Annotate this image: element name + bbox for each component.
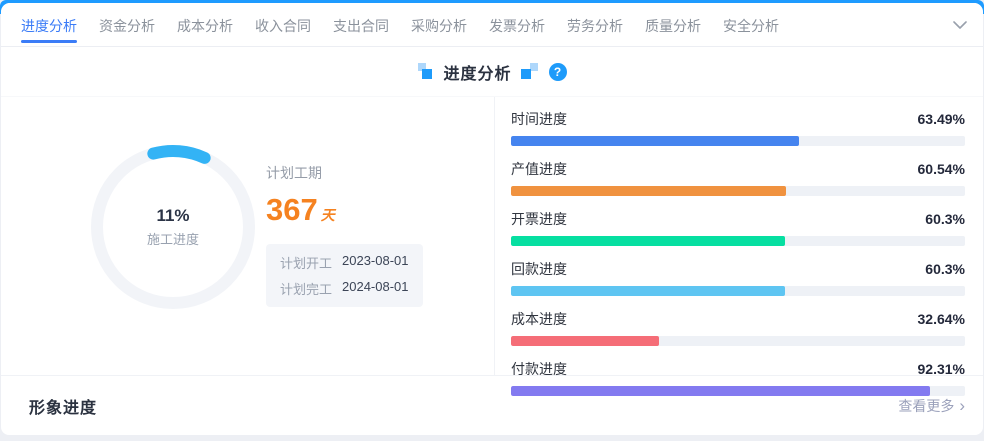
bar-fill bbox=[511, 186, 786, 196]
bar-track bbox=[511, 286, 965, 296]
progress-row-invoicing: 开票进度 60.3% bbox=[511, 209, 965, 246]
bar-label: 成本进度 bbox=[511, 311, 567, 327]
title-deco-right-icon bbox=[520, 63, 538, 80]
bar-value: 92.31% bbox=[917, 361, 965, 377]
chevron-down-icon[interactable] bbox=[951, 17, 969, 33]
construction-progress-donut: 11% 施工进度 bbox=[85, 139, 261, 315]
progress-row-cost: 成本进度 32.64% bbox=[511, 309, 965, 346]
tab-quality-analysis[interactable]: 质量分析 bbox=[645, 3, 701, 48]
plan-finish-label: 计划完工 bbox=[280, 282, 333, 297]
bar-track bbox=[511, 236, 965, 246]
chevron-right-icon: › bbox=[959, 396, 965, 415]
plan-duration-value: 367 天 bbox=[266, 192, 423, 228]
progress-row-time: 时间进度 63.49% bbox=[511, 109, 965, 146]
bar-fill bbox=[511, 286, 785, 296]
bar-fill bbox=[511, 236, 785, 246]
help-icon[interactable]: ? bbox=[548, 62, 567, 81]
tab-progress-analysis[interactable]: 进度分析 bbox=[21, 3, 77, 48]
construction-progress-panel: 11% 施工进度 计划工期 367天 计划开工 2023-08-01 计划完工 bbox=[1, 97, 495, 375]
donut-label: 施工进度 bbox=[146, 232, 199, 247]
donut-percent: 11% bbox=[156, 206, 190, 225]
plan-start-date: 2023-08-01 bbox=[342, 253, 409, 268]
tab-expense-contract[interactable]: 支出合同 bbox=[333, 3, 389, 48]
bar-label: 产值进度 bbox=[511, 161, 567, 177]
bar-value: 60.3% bbox=[925, 261, 965, 277]
bar-track bbox=[511, 186, 965, 196]
tab-labor-analysis[interactable]: 劳务分析 bbox=[567, 3, 623, 48]
tab-cost-analysis[interactable]: 成本分析 bbox=[177, 3, 233, 48]
progress-row-payment: 付款进度 92.31% bbox=[511, 359, 965, 396]
plan-duration-label: 计划工期 bbox=[266, 165, 322, 181]
bar-value: 60.3% bbox=[925, 211, 965, 227]
overview-content: 11% 施工进度 计划工期 367天 计划开工 2023-08-01 计划完工 bbox=[1, 97, 983, 396]
tab-safety-analysis[interactable]: 安全分析 bbox=[723, 3, 779, 48]
tab-invoice-analysis[interactable]: 发票分析 bbox=[489, 3, 545, 48]
bar-label: 回款进度 bbox=[511, 261, 567, 277]
bar-fill bbox=[511, 386, 931, 396]
plan-duration-block: 计划工期 367 天 计划开工 2023-08-01 计划完工 2024-08-0… bbox=[266, 163, 423, 307]
bar-track bbox=[511, 136, 965, 146]
bar-track bbox=[511, 336, 965, 346]
bar-value: 63.49% bbox=[917, 111, 965, 127]
bar-label: 时间进度 bbox=[511, 111, 567, 127]
progress-row-collection: 回款进度 60.3% bbox=[511, 259, 965, 296]
bar-fill bbox=[511, 136, 800, 146]
analysis-tabbar: 进度分析 资金分析 成本分析 收入合同 支出合同 采购分析 发票分析 劳务分析 … bbox=[1, 3, 983, 47]
plan-days-unit: 天 bbox=[320, 207, 335, 223]
tab-procurement-analysis[interactable]: 采购分析 bbox=[411, 3, 467, 48]
image-progress-title: 形象进度 bbox=[29, 399, 98, 417]
bar-track bbox=[511, 386, 965, 396]
plan-start-label: 计划开工 bbox=[280, 256, 333, 271]
bar-value: 32.64% bbox=[917, 311, 965, 327]
page-title: 进度分析 bbox=[443, 65, 512, 83]
donut-center-text: 11% 施工进度 bbox=[85, 139, 261, 315]
progress-bars-panel: 时间进度 63.49% 产值进度 60.54% 开票进度 60.3% 回款进度 60.3… bbox=[495, 97, 983, 396]
plan-finish-row: 计划完工 2024-08-01 bbox=[280, 279, 409, 298]
plan-start-row: 计划开工 2023-08-01 bbox=[280, 253, 409, 272]
bar-value: 60.54% bbox=[917, 161, 965, 177]
plan-finish-date: 2024-08-01 bbox=[342, 279, 409, 294]
bar-label: 付款进度 bbox=[511, 361, 567, 377]
dashboard-card: 进度分析 资金分析 成本分析 收入合同 支出合同 采购分析 发票分析 劳务分析 … bbox=[1, 3, 983, 435]
view-more-label: 查看更多 bbox=[898, 397, 955, 414]
bar-fill bbox=[511, 336, 660, 346]
view-more-link[interactable]: 查看更多 › bbox=[898, 396, 965, 416]
progress-row-output: 产值进度 60.54% bbox=[511, 159, 965, 196]
section-title-row: 进度分析 ? bbox=[1, 47, 983, 97]
plan-dates-box: 计划开工 2023-08-01 计划完工 2024-08-01 bbox=[266, 244, 423, 307]
tab-income-contract[interactable]: 收入合同 bbox=[255, 3, 311, 48]
tab-funds-analysis[interactable]: 资金分析 bbox=[99, 3, 155, 48]
bar-label: 开票进度 bbox=[511, 211, 567, 227]
plan-days-number: 367 bbox=[266, 192, 318, 227]
title-deco-left-icon bbox=[417, 63, 434, 80]
